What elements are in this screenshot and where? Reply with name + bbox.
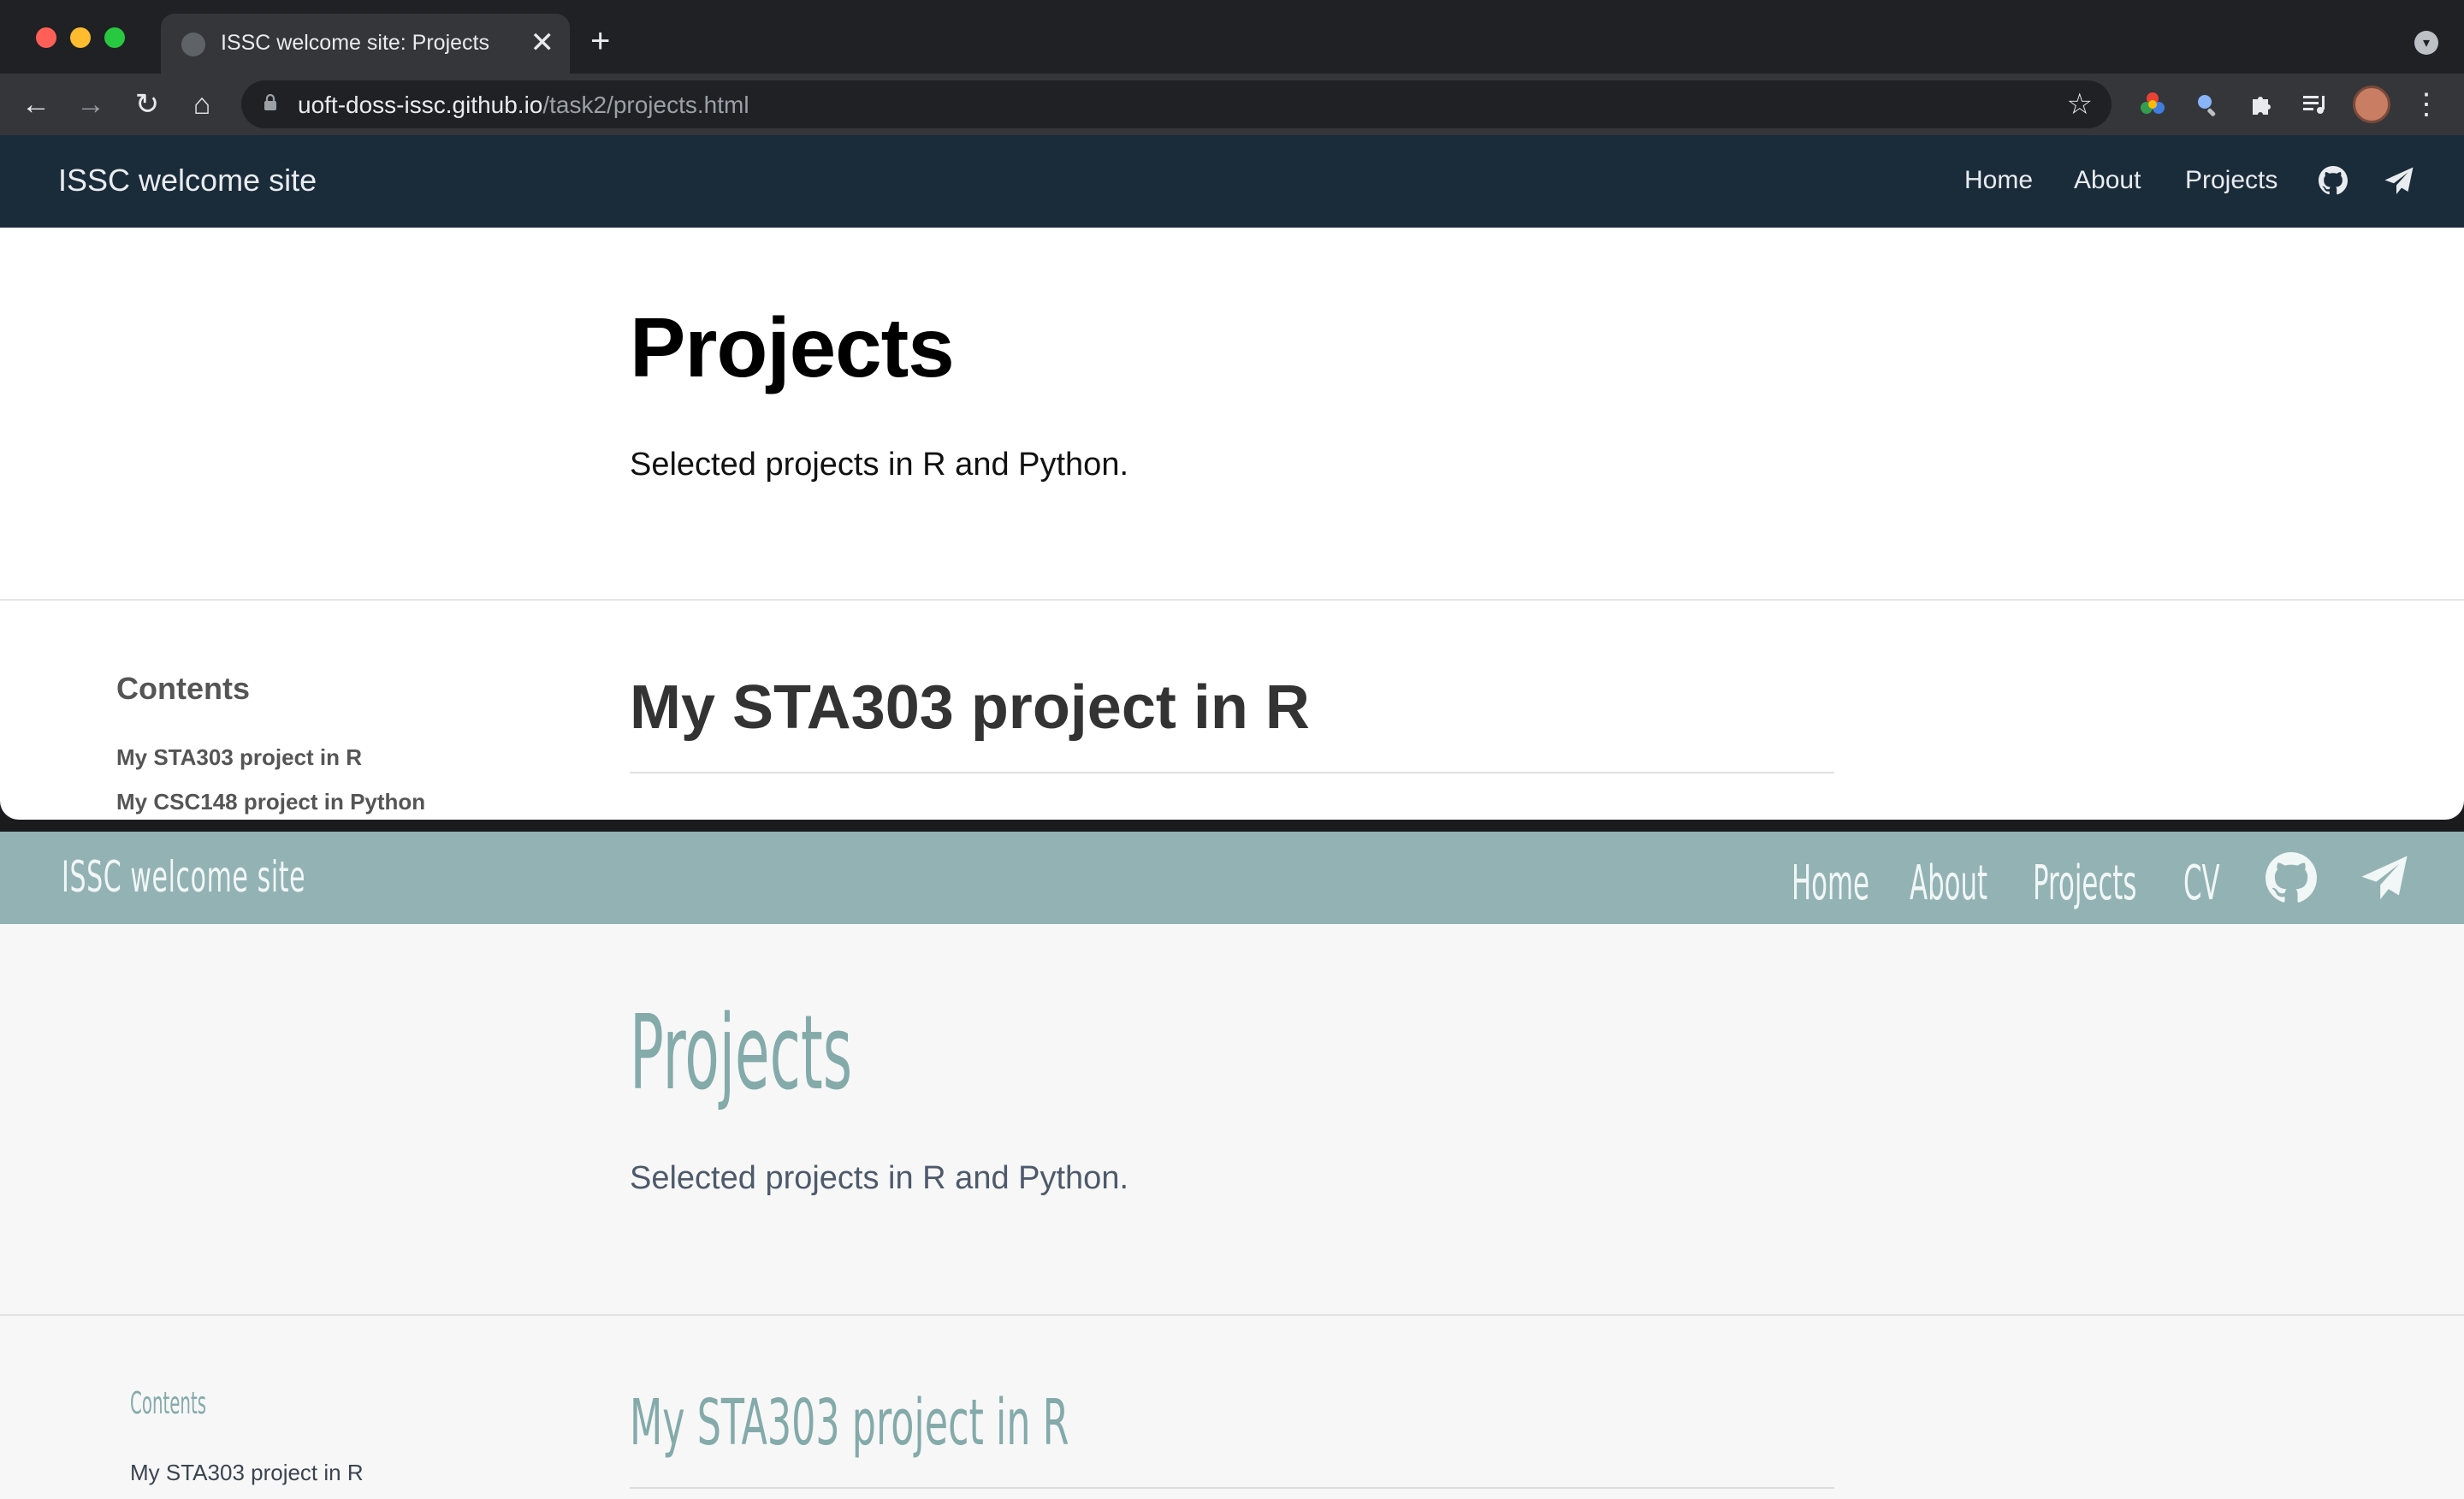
section-divider <box>630 772 1834 773</box>
magnifier-extension-icon[interactable] <box>2189 86 2226 123</box>
forward-icon[interactable]: → <box>72 86 110 123</box>
nav-home[interactable]: Home <box>1792 856 1869 911</box>
divider <box>0 599 2464 601</box>
themed-site: ISSC welcome site Home About Projects CV… <box>0 832 2464 1499</box>
section-title: My STA303 project in R <box>630 1386 1069 1460</box>
github-icon[interactable] <box>2266 852 2317 904</box>
address-bar[interactable]: uoft-doss-issc.github.io/task2/projects.… <box>241 80 2112 128</box>
browser-toolbar: ← → ↻ ⌂ uoft-doss-issc.github.io/task2/p… <box>0 74 2464 135</box>
extensions-puzzle-icon[interactable] <box>2243 86 2281 123</box>
close-window-button[interactable] <box>36 27 56 48</box>
browser-window: ISSC welcome site: Projects ✕ + ▾ ← → ↻ … <box>0 0 2464 820</box>
bookmark-star-icon[interactable]: ☆ <box>2067 86 2093 123</box>
divider <box>0 1314 2464 1316</box>
close-tab-icon[interactable]: ✕ <box>530 26 555 60</box>
page-subtitle: Selected projects in R and Python. <box>630 447 1129 483</box>
reload-icon[interactable]: ↻ <box>128 86 166 123</box>
globe-icon <box>181 33 205 56</box>
active-tab[interactable]: ISSC welcome site: Projects ✕ <box>161 14 570 74</box>
nav-home[interactable]: Home <box>1964 166 2033 195</box>
color-extension-icon[interactable] <box>2134 86 2171 123</box>
site-navbar: ISSC welcome site Home About Projects <box>0 135 2464 228</box>
nav-about[interactable]: About <box>1910 856 1987 911</box>
tab-search-icon[interactable]: ▾ <box>2414 31 2438 55</box>
github-icon[interactable] <box>2319 166 2348 195</box>
url-text: uoft-doss-issc.github.io/task2/projects.… <box>298 92 749 118</box>
maximize-window-button[interactable] <box>104 27 125 48</box>
page-title: Projects <box>630 300 955 394</box>
section-title: My STA303 project in R <box>630 673 1310 742</box>
profile-avatar[interactable] <box>2353 86 2390 123</box>
media-queue-icon[interactable] <box>2296 86 2334 123</box>
paper-plane-icon[interactable] <box>2384 166 2414 197</box>
themed-navbar: ISSC welcome site Home About Projects CV <box>0 832 2464 924</box>
nav-projects[interactable]: Projects <box>2185 166 2277 195</box>
back-icon[interactable]: ← <box>17 86 55 123</box>
section-divider <box>630 1487 1834 1489</box>
page-title: Projects <box>630 994 853 1113</box>
tab-title: ISSC welcome site: Projects <box>221 31 489 55</box>
home-icon[interactable]: ⌂ <box>183 86 221 123</box>
toc-heading: Contents <box>130 1386 207 1421</box>
site-brand[interactable]: ISSC welcome site <box>62 852 305 902</box>
nav-cv[interactable]: CV <box>2183 856 2220 911</box>
site-brand[interactable]: ISSC welcome site <box>58 163 317 198</box>
minimize-window-button[interactable] <box>70 27 91 48</box>
toc-link-sta303[interactable]: My STA303 project in R <box>130 1460 364 1486</box>
lock-icon <box>264 94 276 110</box>
toc-link-sta303[interactable]: My STA303 project in R <box>116 744 362 771</box>
new-tab-button[interactable]: + <box>590 22 610 60</box>
kebab-menu-icon[interactable]: ⋮ <box>2408 86 2445 123</box>
nav-projects[interactable]: Projects <box>2033 856 2136 911</box>
toc-heading: Contents <box>116 671 250 706</box>
toc-link-csc148[interactable]: My CSC148 project in Python <box>116 789 425 815</box>
paper-plane-icon[interactable] <box>2358 854 2411 904</box>
tab-strip: ISSC welcome site: Projects ✕ + ▾ <box>0 0 2464 74</box>
nav-about[interactable]: About <box>2074 166 2141 195</box>
page-subtitle: Selected projects in R and Python. <box>630 1160 1129 1196</box>
